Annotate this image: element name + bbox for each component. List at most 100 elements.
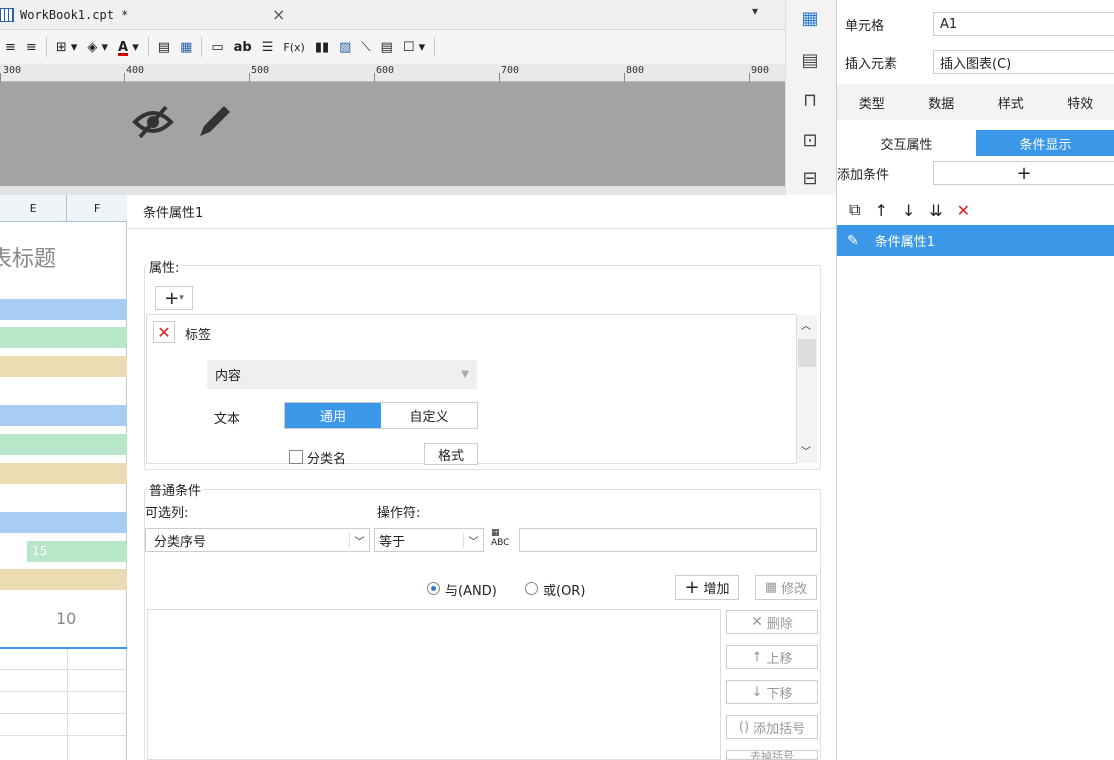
spreadsheet-grid: E F 表标题 15 10 bbox=[0, 195, 127, 760]
segment-custom[interactable]: 自定义 bbox=[381, 403, 477, 428]
grid-line bbox=[0, 669, 127, 670]
or-radio[interactable] bbox=[525, 582, 538, 595]
condition-attribute-dialog: 条件属性1 属性: + ▾ ✕ 标签 内容 ▼ 文本 通用 自定义 分类名 格式 … bbox=[127, 195, 836, 760]
fill-color-icon[interactable]: ◈ ▾ bbox=[82, 35, 113, 59]
chart-property-tabs: 类型 数据 样式 特效 bbox=[837, 84, 1114, 120]
remove-attribute-icon[interactable]: ✕ bbox=[153, 321, 175, 343]
condition-list-item[interactable]: ✎ 条件属性1 bbox=[837, 225, 1114, 256]
delete-condition-button[interactable]: ✕ 删除 bbox=[726, 610, 818, 634]
and-radio[interactable] bbox=[427, 582, 440, 595]
rich-text-icon[interactable]: ☰ bbox=[257, 35, 279, 59]
arrow-up-icon[interactable]: ↑ bbox=[874, 201, 887, 220]
remove-parenthesis-button[interactable]: 去掉括号 bbox=[726, 750, 818, 760]
tab-conditional-display[interactable]: 条件显示 bbox=[976, 130, 1114, 156]
insert-element-label: 插入元素 bbox=[845, 56, 898, 72]
subreport-icon[interactable]: ▤ bbox=[376, 35, 398, 59]
column-header-f[interactable]: F bbox=[67, 195, 127, 222]
chart-bar bbox=[0, 405, 127, 426]
grid-line bbox=[0, 713, 127, 714]
merge-cells-icon[interactable]: ▤ bbox=[153, 35, 175, 59]
eye-off-icon[interactable] bbox=[132, 104, 174, 140]
ruler-label: 700 bbox=[501, 65, 520, 76]
align-left-icon[interactable]: ≡ bbox=[0, 35, 21, 59]
category-name-checkbox[interactable] bbox=[289, 450, 303, 464]
operator-select[interactable]: 等于 ﹀ bbox=[374, 528, 484, 552]
chart-title-text: 表标题 bbox=[0, 247, 57, 272]
tab-type[interactable]: 类型 bbox=[837, 93, 907, 112]
scroll-thumb[interactable] bbox=[798, 339, 816, 367]
chevron-down-icon: ﹀ bbox=[463, 532, 483, 548]
tab-menu-icon[interactable]: ▾ bbox=[752, 4, 758, 18]
formula-icon[interactable]: F(x) bbox=[278, 35, 309, 59]
cell-field[interactable]: A1 bbox=[933, 12, 1114, 36]
widget-dropdown-icon[interactable]: ☐ ▾ bbox=[398, 35, 430, 59]
common-condition-label: 普通条件 bbox=[147, 480, 204, 499]
move-up-label: 上移 bbox=[766, 651, 793, 667]
toolbar-divider bbox=[45, 37, 47, 57]
delete-icon[interactable]: ✕ bbox=[957, 201, 970, 220]
textbox-icon[interactable]: ▭ bbox=[206, 35, 228, 59]
pencil-icon[interactable] bbox=[196, 102, 234, 140]
cell-attribute-icon[interactable]: ▤ bbox=[796, 46, 824, 74]
toolbar-divider bbox=[147, 37, 149, 57]
copy-icon[interactable]: ⧉ bbox=[849, 200, 860, 220]
table-icon[interactable]: ▦ bbox=[175, 35, 197, 59]
cell-label: 单元格 bbox=[845, 18, 885, 34]
sort-icon[interactable]: ⇊ bbox=[929, 201, 942, 220]
add-condition-button[interactable]: + bbox=[933, 161, 1114, 185]
widget-settings-icon[interactable]: ⊡ bbox=[796, 126, 824, 154]
workbook-icon bbox=[0, 8, 14, 22]
chevron-down-icon: ▾ bbox=[179, 293, 184, 303]
add-condition-button[interactable]: + 增加 bbox=[675, 575, 739, 600]
condition-attribute-icon[interactable]: ⊟ bbox=[796, 164, 824, 192]
ruler-label: 500 bbox=[251, 65, 270, 76]
document-tab[interactable]: WorkBook1.cpt * bbox=[0, 0, 300, 30]
insert-element-select[interactable]: 插入图表(C) bbox=[933, 50, 1114, 74]
move-down-button[interactable]: ↓ 下移 bbox=[726, 680, 818, 704]
tab-effects[interactable]: 特效 bbox=[1046, 93, 1114, 112]
align-right-icon[interactable]: ≡ bbox=[21, 35, 42, 59]
ruler-tick bbox=[0, 73, 1, 82]
cell-element-icon[interactable]: ▦ bbox=[796, 4, 824, 32]
condition-list-area[interactable] bbox=[147, 609, 721, 760]
modify-condition-button[interactable]: ▦ 修改 bbox=[755, 575, 817, 600]
add-condition-label: 添加条件 bbox=[837, 167, 890, 183]
ruler-label: 300 bbox=[3, 65, 22, 76]
content-select[interactable]: 内容 ▼ bbox=[207, 360, 477, 389]
image-icon[interactable]: ▨ bbox=[334, 35, 356, 59]
scroll-up-icon[interactable]: ︿ bbox=[801, 317, 811, 332]
design-canvas bbox=[0, 82, 785, 186]
plus-icon: + bbox=[164, 287, 180, 309]
scroll-down-icon[interactable]: ﹀ bbox=[801, 443, 811, 458]
chart-icon[interactable]: ▮▮ bbox=[310, 35, 334, 59]
add-parenthesis-button[interactable]: () 添加括号 bbox=[726, 715, 818, 739]
floating-element-icon[interactable]: ⊓ bbox=[796, 86, 824, 114]
add-attribute-button[interactable]: + ▾ bbox=[155, 286, 193, 310]
close-tab-icon[interactable]: × bbox=[272, 5, 285, 24]
text-icon[interactable]: ab bbox=[229, 35, 257, 59]
attribute-list-scrollbar[interactable]: ︿ ﹀ bbox=[796, 315, 817, 463]
arrow-down-icon[interactable]: ↓ bbox=[902, 201, 915, 220]
slash-icon[interactable]: ⟍ bbox=[356, 35, 375, 59]
chart-bar bbox=[0, 434, 127, 455]
value-type-icon[interactable]: ▦ ABC bbox=[491, 528, 509, 548]
segment-general[interactable]: 通用 bbox=[285, 403, 381, 428]
cell-row: 单元格 A1 bbox=[837, 6, 1114, 42]
text-mode-segmented: 通用 自定义 bbox=[284, 402, 478, 429]
condition-value-input[interactable] bbox=[519, 528, 817, 552]
add-parenthesis-label: 添加括号 bbox=[753, 721, 806, 737]
column-header-e[interactable]: E bbox=[0, 195, 67, 222]
format-button[interactable]: 格式 bbox=[424, 443, 478, 465]
text-label: 文本 bbox=[214, 412, 241, 427]
font-color-icon[interactable]: A ▾ bbox=[113, 35, 144, 59]
optional-column-select[interactable]: 分类序号 ﹀ bbox=[145, 528, 370, 552]
move-up-button[interactable]: ↑ 上移 bbox=[726, 645, 818, 669]
border-dropdown-icon[interactable]: ⊞ ▾ bbox=[51, 35, 83, 59]
tab-data[interactable]: 数据 bbox=[907, 93, 977, 112]
grid-line bbox=[67, 649, 68, 760]
grid-selection-line bbox=[0, 647, 127, 649]
condition-list-toolbar: ⧉ ↑ ↓ ⇊ ✕ bbox=[837, 196, 1114, 224]
tab-style[interactable]: 样式 bbox=[976, 93, 1046, 112]
tab-interaction[interactable]: 交互属性 bbox=[837, 130, 976, 156]
right-property-panel: 单元格 A1 插入元素 插入图表(C) 类型 数据 样式 特效 交互属性 条件显… bbox=[836, 0, 1114, 760]
